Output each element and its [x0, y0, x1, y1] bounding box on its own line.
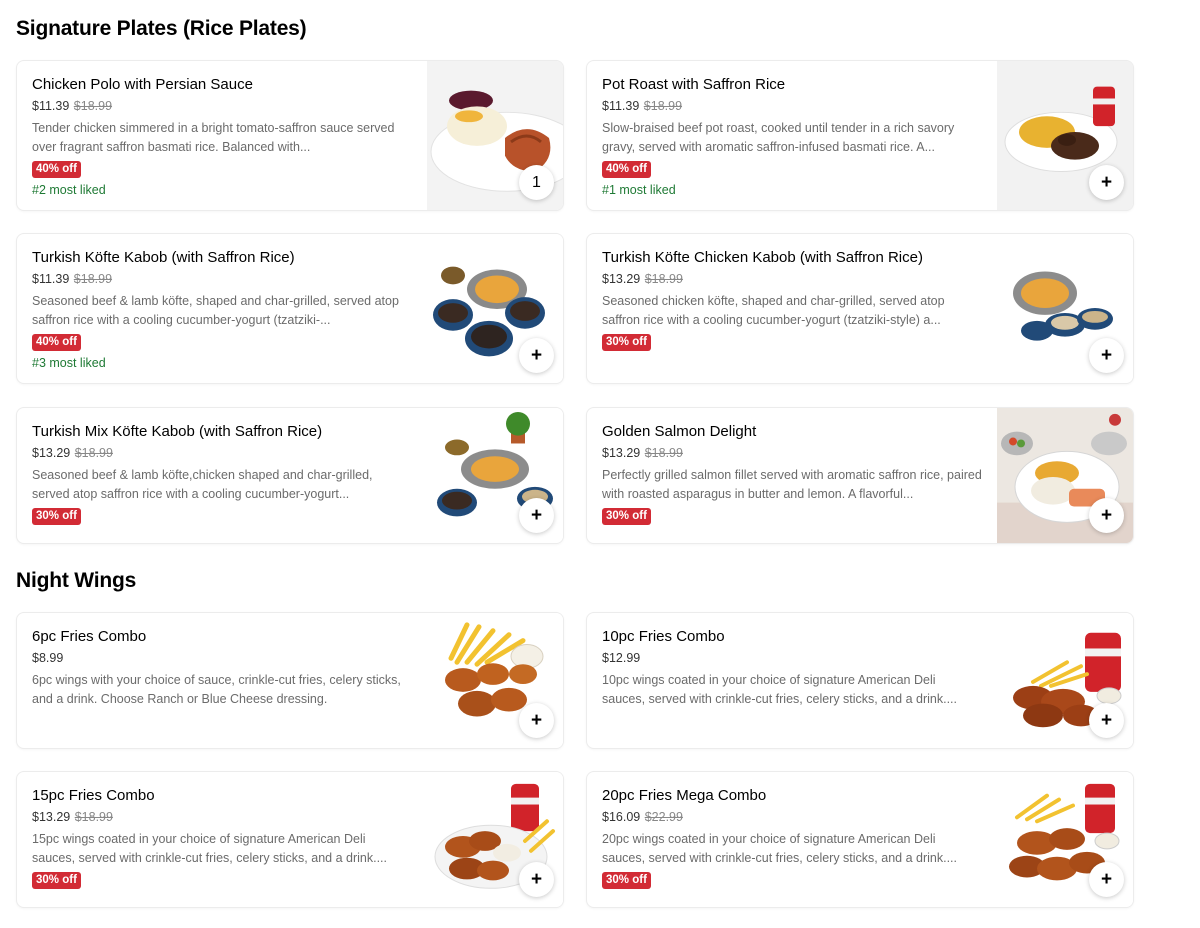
discount-badge: 30% off — [602, 334, 651, 351]
section-title-signature-plates: Signature Plates (Rice Plates) — [16, 17, 307, 40]
item-image-wings-fries-cola: + — [997, 613, 1133, 748]
item-name: Turkish Köfte Chicken Kabob (with Saffro… — [602, 249, 923, 266]
add-to-cart-button[interactable]: + — [1089, 498, 1124, 533]
item-name: Turkish Köfte Kabob (with Saffron Rice) — [32, 249, 295, 266]
add-to-cart-button[interactable]: + — [1089, 338, 1124, 373]
section-title-night-wings: Night Wings — [16, 569, 137, 592]
menu-item-card[interactable]: Pot Roast with Saffron Rice $11.39 $18.9… — [586, 60, 1134, 211]
add-to-cart-button[interactable]: + — [519, 338, 554, 373]
item-original-price: $18.99 — [644, 446, 683, 460]
item-original-price: $18.99 — [73, 99, 113, 113]
item-name: Golden Salmon Delight — [602, 423, 757, 440]
item-name: Turkish Mix Köfte Kabob (with Saffron Ri… — [32, 423, 323, 440]
item-description: Tender chicken simmered in a bright toma… — [32, 121, 395, 154]
discount-badge: 30% off — [602, 508, 651, 525]
item-original-price: $18.99 — [644, 272, 683, 286]
item-price-line: $16.09 $22.99 — [602, 809, 982, 826]
item-price: $16.09 — [602, 810, 641, 824]
item-image-salmon: + — [997, 408, 1133, 543]
menu-item-card[interactable]: 15pc Fries Combo $13.29 $18.99 15pc wing… — [16, 771, 564, 908]
item-description: Perfectly grilled salmon fillet served w… — [602, 468, 982, 501]
item-name: Chicken Polo with Persian Sauce — [32, 76, 253, 93]
add-to-cart-button[interactable]: + — [519, 862, 554, 897]
item-name: Pot Roast with Saffron Rice — [602, 76, 786, 93]
item-price-line: $11.39 $18.99 — [602, 98, 982, 115]
item-description: 6pc wings with your choice of sauce, cri… — [32, 673, 401, 706]
item-image-chicken-polo: 1 — [427, 61, 563, 210]
menu-item-card[interactable]: Golden Salmon Delight $13.29 $18.99 Perf… — [586, 407, 1134, 544]
item-price: $11.39 — [32, 99, 70, 113]
item-name: 6pc Fries Combo — [32, 628, 147, 645]
item-description: Seasoned chicken köfte, shaped and char-… — [602, 294, 945, 327]
item-description: Seasoned beef & lamb köfte, shaped and c… — [32, 294, 399, 327]
item-image-chicken-kofte: + — [997, 234, 1133, 383]
add-to-cart-button[interactable]: + — [1089, 165, 1124, 200]
item-name: 20pc Fries Mega Combo — [602, 787, 767, 804]
menu-item-card[interactable]: Chicken Polo with Persian Sauce $11.39 $… — [16, 60, 564, 211]
discount-badge: 40% off — [32, 334, 81, 351]
item-description: Slow-braised beef pot roast, cooked unti… — [602, 121, 955, 154]
item-price-line: $11.39 $18.99 — [32, 271, 412, 288]
menu-item-card[interactable]: 20pc Fries Mega Combo $16.09 $22.99 20pc… — [586, 771, 1134, 908]
item-price: $13.29 — [32, 446, 71, 460]
item-price: $13.29 — [32, 810, 71, 824]
item-price: $8.99 — [32, 651, 64, 665]
menu-item-card[interactable]: 10pc Fries Combo $12.99 10pc wings coate… — [586, 612, 1134, 749]
item-image-kofte-kabob: + — [427, 234, 563, 383]
item-original-price: $18.99 — [73, 272, 113, 286]
menu-item-card[interactable]: Turkish Mix Köfte Kabob (with Saffron Ri… — [16, 407, 564, 544]
item-price-line: $13.29 $18.99 — [32, 809, 412, 826]
most-liked-label: #1 most liked — [602, 183, 676, 197]
add-to-cart-button[interactable]: + — [519, 703, 554, 738]
item-image-wings-platter: + — [427, 772, 563, 907]
item-price-line: $13.29 $18.99 — [602, 271, 982, 288]
item-description: 15pc wings coated in your choice of sign… — [32, 832, 387, 865]
item-price-line: $11.39 $18.99 — [32, 98, 412, 115]
item-description: Seasoned beef & lamb köfte,chicken shape… — [32, 468, 373, 501]
item-price-line: $13.29 $18.99 — [32, 445, 412, 462]
item-original-price: $18.99 — [74, 810, 113, 824]
item-price-line: $13.29 $18.99 — [602, 445, 982, 462]
item-price-line: $8.99 — [32, 650, 412, 667]
menu-item-card[interactable]: Turkish Köfte Kabob (with Saffron Rice) … — [16, 233, 564, 384]
discount-badge: 30% off — [32, 872, 81, 889]
menu-item-card[interactable]: 6pc Fries Combo $8.99 6pc wings with you… — [16, 612, 564, 749]
item-price: $12.99 — [602, 651, 641, 665]
item-name: 15pc Fries Combo — [32, 787, 155, 804]
item-price: $11.39 — [602, 99, 640, 113]
item-name: 10pc Fries Combo — [602, 628, 725, 645]
item-original-price: $18.99 — [643, 99, 683, 113]
add-to-cart-button[interactable]: + — [1089, 703, 1124, 738]
menu-item-card[interactable]: Turkish Köfte Chicken Kabob (with Saffro… — [586, 233, 1134, 384]
discount-badge: 30% off — [602, 872, 651, 889]
add-to-cart-button[interactable]: + — [1089, 862, 1124, 897]
most-liked-label: #2 most liked — [32, 183, 106, 197]
discount-badge: 40% off — [602, 161, 651, 178]
add-to-cart-button[interactable]: + — [519, 498, 554, 533]
discount-badge: 30% off — [32, 508, 81, 525]
item-price-line: $12.99 — [602, 650, 982, 667]
discount-badge: 40% off — [32, 161, 81, 178]
item-image-wings-fries: + — [427, 613, 563, 748]
item-quantity-button[interactable]: 1 — [519, 165, 554, 200]
item-description: 20pc wings coated in your choice of sign… — [602, 832, 957, 865]
item-image-pot-roast: + — [997, 61, 1133, 210]
item-original-price: $18.99 — [74, 446, 113, 460]
item-description: 10pc wings coated in your choice of sign… — [602, 673, 957, 706]
item-image-mix-kofte: + — [427, 408, 563, 543]
item-price: $13.29 — [602, 272, 641, 286]
item-price: $11.39 — [32, 272, 70, 286]
item-original-price: $22.99 — [644, 810, 683, 824]
item-price: $13.29 — [602, 446, 641, 460]
item-image-wings-mega: + — [997, 772, 1133, 907]
most-liked-label: #3 most liked — [32, 356, 106, 370]
